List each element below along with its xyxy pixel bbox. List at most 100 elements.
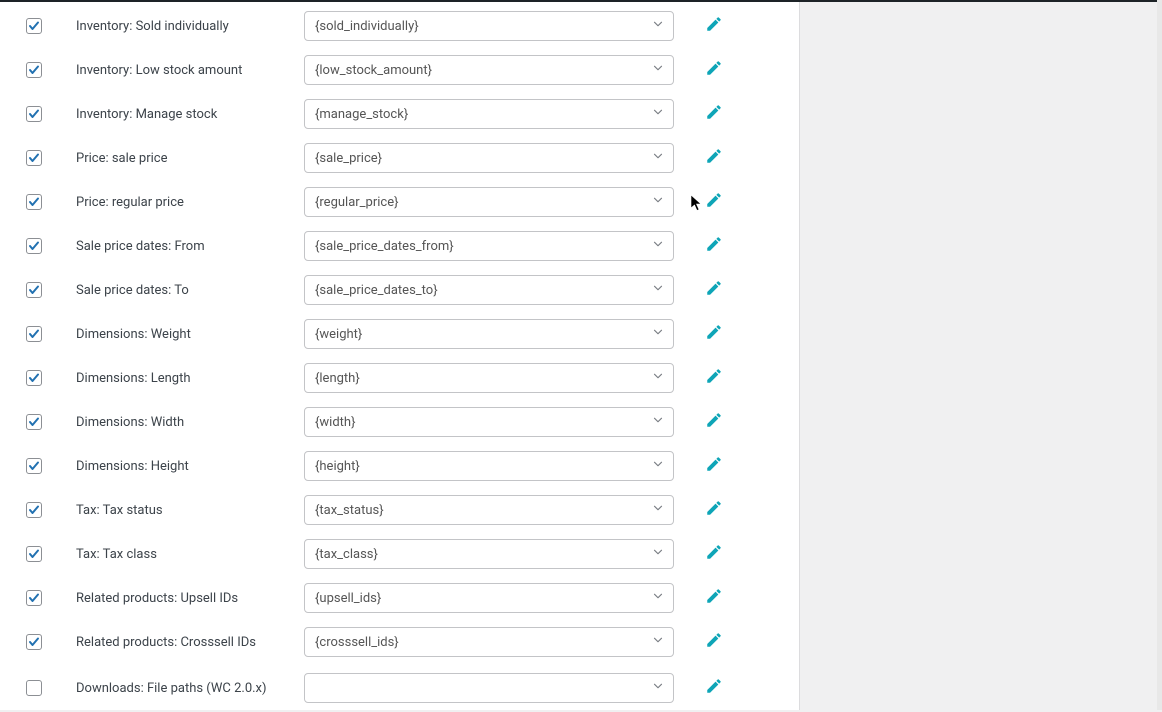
pencil-icon [705,499,723,521]
checkbox-cell [16,590,76,606]
field-value-select[interactable]: {length} [304,363,674,393]
field-enabled-checkbox[interactable] [26,370,42,386]
field-value-select[interactable]: {tax_status} [304,495,674,525]
field-enabled-checkbox[interactable] [26,62,42,78]
field-value-select[interactable]: {width} [304,407,674,437]
chevron-down-icon [651,633,665,651]
edit-button[interactable] [702,410,726,434]
chevron-down-icon [651,545,665,563]
field-enabled-checkbox[interactable] [26,546,42,562]
main-panel: Inventory: Sold individually{sold_indivi… [0,0,800,710]
select-cell: {height} [304,451,674,481]
checkbox-cell [16,634,76,650]
edit-cell [674,146,754,170]
select-cell: {weight} [304,319,674,349]
edit-cell [674,58,754,82]
field-label: Inventory: Sold individually [76,19,304,34]
field-enabled-checkbox[interactable] [26,458,42,474]
chevron-down-icon [651,149,665,167]
edit-button[interactable] [702,234,726,258]
field-row: Related products: Crosssell IDs{crosssel… [16,620,799,664]
field-enabled-checkbox[interactable] [26,18,42,34]
field-value-select[interactable]: {height} [304,451,674,481]
field-label: Price: regular price [76,195,304,210]
field-value-select[interactable]: {weight} [304,319,674,349]
field-value-select[interactable]: {regular_price} [304,187,674,217]
edit-cell [674,234,754,258]
field-row: Dimensions: Height{height} [16,444,799,488]
edit-button[interactable] [702,278,726,302]
field-label: Inventory: Low stock amount [76,63,304,78]
field-enabled-checkbox[interactable] [26,590,42,606]
field-row: Dimensions: Weight{weight} [16,312,799,356]
field-enabled-checkbox[interactable] [26,634,42,650]
field-enabled-checkbox[interactable] [26,238,42,254]
field-enabled-checkbox[interactable] [26,680,42,696]
edit-button[interactable] [702,366,726,390]
edit-button[interactable] [702,542,726,566]
pencil-icon [705,235,723,257]
edit-button[interactable] [702,586,726,610]
edit-cell [674,190,754,214]
field-label: Dimensions: Height [76,459,304,474]
window-scrollbar[interactable] [1157,0,1162,710]
pencil-icon [705,543,723,565]
field-row: Inventory: Sold individually{sold_indivi… [16,4,799,48]
chevron-down-icon [651,501,665,519]
edit-button[interactable] [702,146,726,170]
edit-button[interactable] [702,454,726,478]
select-value: {upsell_ids} [315,591,381,606]
select-cell: {sold_individually} [304,11,674,41]
field-label: Inventory: Manage stock [76,107,304,122]
edit-cell [674,542,754,566]
field-label: Related products: Upsell IDs [76,591,304,606]
field-value-select[interactable]: {upsell_ids} [304,583,674,613]
edit-button[interactable] [702,14,726,38]
field-value-select[interactable]: {sale_price} [304,143,674,173]
edit-button[interactable] [702,322,726,346]
field-value-select[interactable]: {sale_price_dates_to} [304,275,674,305]
pencil-icon [705,367,723,389]
select-cell: {width} [304,407,674,437]
field-label: Related products: Crosssell IDs [76,635,304,650]
field-label: Price: sale price [76,151,304,166]
edit-button[interactable] [702,58,726,82]
field-label: Dimensions: Width [76,415,304,430]
edit-cell [674,102,754,126]
field-row: Dimensions: Width{width} [16,400,799,444]
checkbox-cell [16,326,76,342]
edit-cell [674,498,754,522]
pencil-icon [705,103,723,125]
field-value-select[interactable]: {low_stock_amount} [304,55,674,85]
field-enabled-checkbox[interactable] [26,414,42,430]
field-enabled-checkbox[interactable] [26,150,42,166]
field-value-select[interactable]: {manage_stock} [304,99,674,129]
field-row: Sale price dates: From{sale_price_dates_… [16,224,799,268]
edit-button[interactable] [702,498,726,522]
edit-button[interactable] [702,190,726,214]
chevron-down-icon [651,413,665,431]
field-enabled-checkbox[interactable] [26,502,42,518]
select-cell: {length} [304,363,674,393]
pencil-icon [705,323,723,345]
field-enabled-checkbox[interactable] [26,194,42,210]
field-value-select[interactable]: {tax_class} [304,539,674,569]
field-enabled-checkbox[interactable] [26,106,42,122]
page-layout: Inventory: Sold individually{sold_indivi… [0,0,1162,710]
edit-button[interactable] [702,676,726,700]
field-value-select[interactable] [304,673,674,703]
field-row: Price: regular price{regular_price} [16,180,799,224]
field-label: Downloads: File paths (WC 2.0.x) [76,681,304,696]
checkbox-cell [16,502,76,518]
select-cell [304,673,674,703]
field-value-select[interactable]: {sale_price_dates_from} [304,231,674,261]
field-value-select[interactable]: {crosssell_ids} [304,627,674,657]
select-cell: {sale_price_dates_to} [304,275,674,305]
edit-button[interactable] [702,102,726,126]
field-enabled-checkbox[interactable] [26,282,42,298]
field-enabled-checkbox[interactable] [26,326,42,342]
edit-button[interactable] [702,630,726,654]
checkbox-cell [16,18,76,34]
field-row: Sale price dates: To{sale_price_dates_to… [16,268,799,312]
field-value-select[interactable]: {sold_individually} [304,11,674,41]
